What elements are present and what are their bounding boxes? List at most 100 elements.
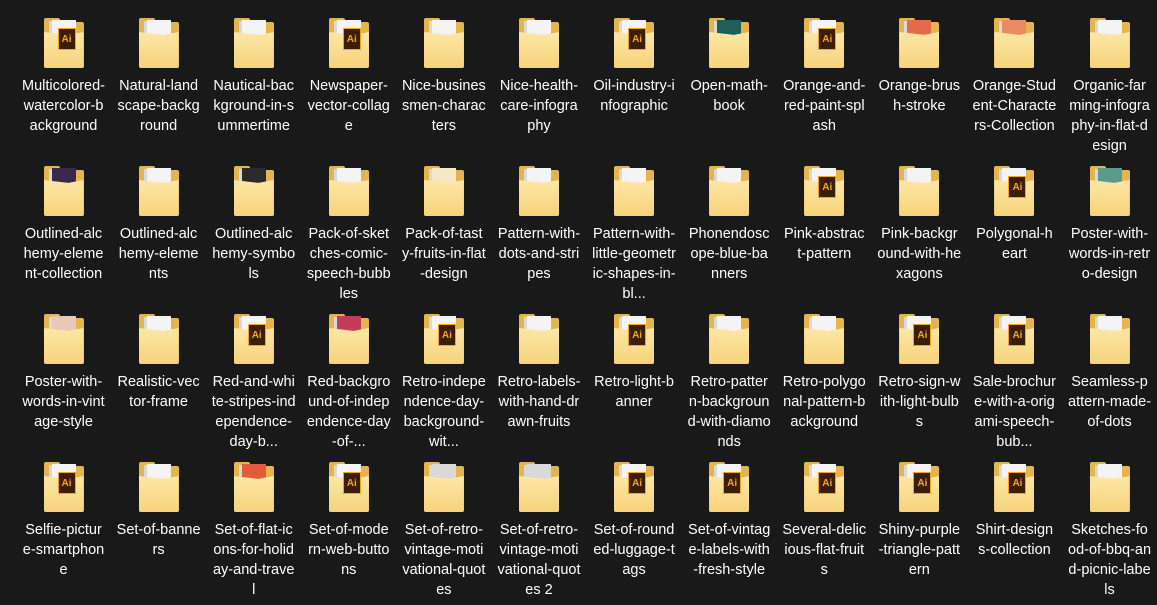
- folder-icon: [891, 162, 947, 218]
- folder-item[interactable]: Set-of-retro-vintage-motivational-quotes: [396, 452, 491, 600]
- folder-item[interactable]: Ai Multicolored-watercolor-background: [16, 8, 111, 156]
- folder-grid: Ai Multicolored-watercolor-background Na…: [16, 8, 1157, 600]
- folder-item[interactable]: Retro-pattern-background-with-diamonds: [682, 304, 777, 452]
- folder-icon: [1082, 458, 1138, 514]
- ai-file-icon: Ai: [1008, 472, 1027, 494]
- ai-file-icon: Ai: [818, 28, 837, 50]
- folder-item[interactable]: Pattern-with-little-geometric-shapes-in-…: [587, 156, 682, 304]
- folder-front: [518, 476, 559, 512]
- folder-label: Outlined-alchemy-element-collection: [23, 226, 104, 282]
- folder-icon: [416, 162, 472, 218]
- folder-item[interactable]: Seamless-pattern-made-of-dots: [1062, 304, 1157, 452]
- folder-item[interactable]: Ai Polygonal-heart: [967, 156, 1062, 304]
- folder-item[interactable]: Pack-of-sketches-comic-speech-bubbles: [301, 156, 396, 304]
- folder-item[interactable]: Set-of-banners: [111, 452, 206, 600]
- folder-item[interactable]: Ai Several-delicious-flat-fruits: [777, 452, 872, 600]
- folder-item[interactable]: Ai Red-and-white-stripes-independence-da…: [206, 304, 301, 452]
- folder-icon: Ai: [416, 310, 472, 366]
- folder-item[interactable]: Set-of-flat-icons-for-holiday-and-travel: [206, 452, 301, 600]
- folder-label: Set-of-retro-vintage-motivational-quotes…: [497, 522, 581, 598]
- folder-icon: [36, 310, 92, 366]
- ai-file-icon: Ai: [818, 176, 837, 198]
- folder-item[interactable]: Ai Retro-sign-with-light-bulbs: [872, 304, 967, 452]
- folder-front: [518, 180, 559, 216]
- folder-item[interactable]: Ai Set-of-rounded-luggage-tags: [587, 452, 682, 600]
- folder-icon: Ai: [606, 14, 662, 70]
- folder-icon: [131, 310, 187, 366]
- folder-item[interactable]: Ai Set-of-modern-web-buttons: [301, 452, 396, 600]
- folder-icon: [226, 458, 282, 514]
- folder-item[interactable]: Organic-farming-infography-in-flat-desig…: [1062, 8, 1157, 156]
- folder-icon: [416, 14, 472, 70]
- folder-front: [233, 32, 274, 68]
- ai-file-icon: Ai: [342, 28, 361, 50]
- folder-item[interactable]: Outlined-alchemy-elements: [111, 156, 206, 304]
- folder-item[interactable]: Ai Retro-independence-day-background-wit…: [396, 304, 491, 452]
- folder-icon: [606, 162, 662, 218]
- folder-front: [804, 328, 845, 364]
- folder-label: Red-background-of-independence-day-of-..…: [306, 374, 391, 450]
- folder-item[interactable]: Ai Pink-abstract-pattern: [777, 156, 872, 304]
- folder-item[interactable]: Ai Shirt-designs-collection: [967, 452, 1062, 600]
- folder-icon: [131, 14, 187, 70]
- folder-icon: Ai: [606, 310, 662, 366]
- folder-item[interactable]: Nice-health-care-infography: [491, 8, 586, 156]
- folder-item[interactable]: Phonendoscope-blue-banners: [682, 156, 777, 304]
- folder-item[interactable]: Realistic-vector-frame: [111, 304, 206, 452]
- folder-item[interactable]: Ai Orange-and-red-paint-splash: [777, 8, 872, 156]
- folder-item[interactable]: Outlined-alchemy-symbols: [206, 156, 301, 304]
- folder-front: [709, 32, 750, 68]
- folder-item[interactable]: Ai Set-of-vintage-labels-with-fresh-styl…: [682, 452, 777, 600]
- folder-label: Pack-of-tasty-fruits-in-flat-design: [401, 226, 486, 282]
- folder-label: Set-of-rounded-luggage-tags: [593, 522, 675, 578]
- folder-item[interactable]: Ai Sale-brochure-with-a-origami-speech-b…: [967, 304, 1062, 452]
- folder-item[interactable]: Ai Retro-light-banner: [587, 304, 682, 452]
- folder-label: Orange-Student-Characters-Collection: [972, 78, 1057, 134]
- folder-item[interactable]: Orange-brush-stroke: [872, 8, 967, 156]
- folder-label: Red-and-white-stripes-independence-day-b…: [211, 374, 296, 450]
- folder-item[interactable]: Outlined-alchemy-element-collection: [16, 156, 111, 304]
- folder-item[interactable]: Poster-with-words-in-retro-design: [1062, 156, 1157, 304]
- folder-icon: Ai: [606, 458, 662, 514]
- folder-front: [709, 328, 750, 364]
- folder-icon: [226, 14, 282, 70]
- ai-file-icon: Ai: [913, 324, 932, 346]
- folder-front: [138, 180, 179, 216]
- ai-file-icon: Ai: [628, 28, 647, 50]
- folder-item[interactable]: Ai Selfie-picture-smartphone: [16, 452, 111, 600]
- folder-item[interactable]: Red-background-of-independence-day-of-..…: [301, 304, 396, 452]
- folder-label: Retro-independence-day-background-wit...: [401, 374, 486, 450]
- folder-front: [43, 180, 84, 216]
- folder-item[interactable]: Ai Newspaper-vector-collage: [301, 8, 396, 156]
- folder-front: [423, 476, 464, 512]
- folder-item[interactable]: Orange-Student-Characters-Collection: [967, 8, 1062, 156]
- folder-icon: [131, 162, 187, 218]
- folder-label: Orange-brush-stroke: [878, 78, 961, 114]
- folder-front: [994, 32, 1035, 68]
- folder-icon: [511, 458, 567, 514]
- folder-item[interactable]: Nice-businessmen-characters: [396, 8, 491, 156]
- folder-front: [1089, 476, 1130, 512]
- folder-item[interactable]: Retro-polygonal-pattern-background: [777, 304, 872, 452]
- folder-item[interactable]: Ai Oil-industry-infographic: [587, 8, 682, 156]
- folder-item[interactable]: Retro-labels-with-hand-drawn-fruits: [491, 304, 586, 452]
- ai-file-icon: Ai: [1008, 176, 1027, 198]
- folder-item[interactable]: Open-math-book: [682, 8, 777, 156]
- folder-icon: [226, 162, 282, 218]
- folder-item[interactable]: Poster-with-words-in-vintage-style: [16, 304, 111, 452]
- folder-icon: Ai: [226, 310, 282, 366]
- folder-icon: [701, 14, 757, 70]
- ai-file-icon: Ai: [723, 472, 742, 494]
- folder-label: Sketches-food-of-bbq-and-picnic-labels: [1068, 522, 1152, 598]
- folder-item[interactable]: Pink-background-with-hexagons: [872, 156, 967, 304]
- folder-item[interactable]: Ai Shiny-purple-triangle-pattern: [872, 452, 967, 600]
- folder-item[interactable]: Set-of-retro-vintage-motivational-quotes…: [491, 452, 586, 600]
- folder-item[interactable]: Natural-landscape-background: [111, 8, 206, 156]
- folder-icon: Ai: [891, 458, 947, 514]
- ai-file-icon: Ai: [57, 28, 76, 50]
- folder-item[interactable]: Pattern-with-dots-and-stripes: [491, 156, 586, 304]
- folder-item[interactable]: Pack-of-tasty-fruits-in-flat-design: [396, 156, 491, 304]
- folder-item[interactable]: Nautical-background-in-summertime: [206, 8, 301, 156]
- folder-front: [518, 328, 559, 364]
- folder-item[interactable]: Sketches-food-of-bbq-and-picnic-labels: [1062, 452, 1157, 600]
